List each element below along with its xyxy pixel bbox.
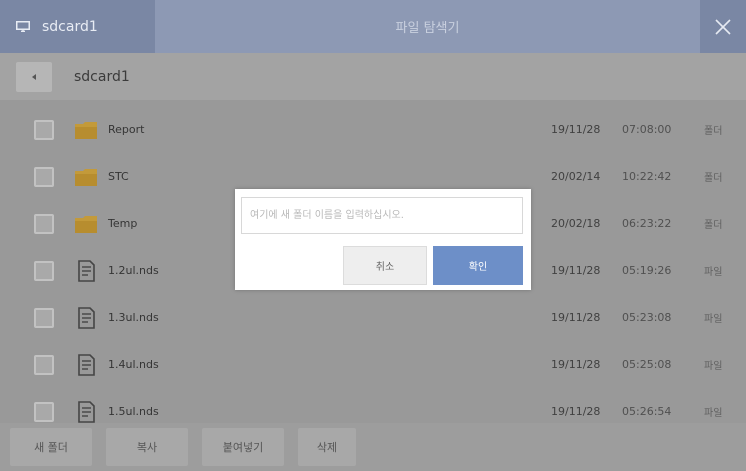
file-name: STC — [108, 170, 129, 183]
row-checkbox[interactable] — [34, 119, 54, 140]
file-name: Temp — [108, 217, 138, 230]
folder-icon — [75, 215, 97, 233]
file-time: 05:23:08 — [622, 311, 672, 324]
file-name: 1.2ul.nds — [108, 264, 159, 277]
file-name: 1.3ul.nds — [108, 311, 159, 324]
folder-name-input[interactable] — [241, 197, 523, 234]
file-time: 10:22:42 — [622, 170, 672, 183]
file-time: 06:23:22 — [622, 217, 672, 230]
file-date: 19/11/28 — [551, 123, 601, 136]
file-date: 19/11/28 — [551, 358, 601, 371]
drive-label: sdcard1 — [42, 18, 98, 35]
file-type: 파일 — [704, 314, 723, 325]
file-row[interactable]: 1.5ul.nds 19/11/28 05:26:54 파일 — [0, 388, 746, 423]
title-bar: sdcard1 파일 탐색기 — [0, 0, 746, 53]
file-name: 1.4ul.nds — [108, 358, 159, 371]
file-date: 19/11/28 — [551, 311, 601, 324]
file-date: 19/11/28 — [551, 405, 601, 418]
row-checkbox[interactable] — [34, 354, 54, 375]
folder-icon — [75, 168, 97, 186]
file-type: 파일 — [704, 408, 723, 419]
document-icon — [78, 353, 95, 376]
monitor-icon — [16, 21, 30, 32]
file-date: 20/02/14 — [551, 170, 601, 183]
file-date: 19/11/28 — [551, 264, 601, 277]
file-type: 폴더 — [704, 220, 723, 231]
chevron-left-icon — [32, 73, 36, 80]
file-row[interactable]: 1.3ul.nds 19/11/28 05:23:08 파일 — [0, 294, 746, 341]
window-title: 파일 탐색기 — [395, 21, 460, 36]
file-name: 1.5ul.nds — [108, 405, 159, 418]
paste-button[interactable]: 붙여넣기 — [202, 428, 284, 466]
file-type: 폴더 — [704, 173, 723, 184]
new-folder-dialog: 취소 확인 — [235, 189, 531, 290]
bottom-toolbar: 새 폴더 복사 붙여넣기 삭제 — [0, 423, 746, 471]
file-type: 파일 — [704, 267, 723, 278]
row-checkbox[interactable] — [34, 213, 54, 234]
document-icon — [78, 306, 95, 329]
file-date: 20/02/18 — [551, 217, 601, 230]
cancel-button[interactable]: 취소 — [343, 246, 427, 285]
document-icon — [78, 400, 95, 423]
file-time: 05:26:54 — [622, 405, 672, 418]
close-icon — [715, 18, 731, 35]
file-time: 05:19:26 — [622, 264, 672, 277]
back-button[interactable] — [16, 61, 52, 92]
file-time: 07:08:00 — [622, 123, 672, 136]
file-type: 폴더 — [704, 126, 723, 137]
current-path: sdcard1 — [74, 68, 130, 85]
row-checkbox[interactable] — [34, 401, 54, 422]
confirm-button[interactable]: 확인 — [433, 246, 523, 285]
file-type: 파일 — [704, 361, 723, 372]
row-checkbox[interactable] — [34, 260, 54, 281]
row-checkbox[interactable] — [34, 307, 54, 328]
document-icon — [78, 259, 95, 282]
file-time: 05:25:08 — [622, 358, 672, 371]
path-bar: sdcard1 — [0, 53, 746, 100]
new-folder-button[interactable]: 새 폴더 — [10, 428, 92, 466]
delete-button[interactable]: 삭제 — [298, 428, 356, 466]
file-row[interactable]: Report 19/11/28 07:08:00 폴더 — [0, 106, 746, 153]
file-name: Report — [108, 123, 145, 136]
folder-icon — [75, 121, 97, 139]
file-row[interactable]: 1.4ul.nds 19/11/28 05:25:08 파일 — [0, 341, 746, 388]
close-button[interactable] — [700, 0, 746, 53]
row-checkbox[interactable] — [34, 166, 54, 187]
copy-button[interactable]: 복사 — [106, 428, 188, 466]
drive-tab[interactable]: sdcard1 — [0, 0, 155, 53]
